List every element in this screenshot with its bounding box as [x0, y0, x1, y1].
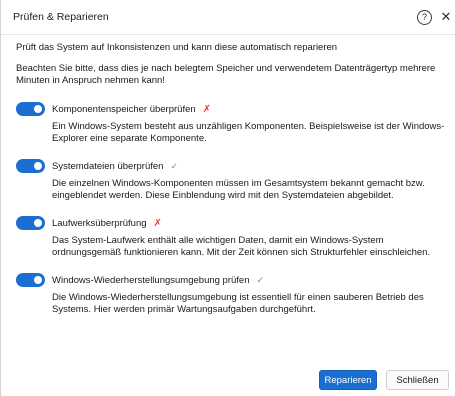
dialog-content: Prüft das System auf Inkonsistenzen und …: [16, 42, 448, 329]
option-label: Systemdateien überprüfen: [52, 160, 164, 172]
title-bar: Prüfen & Reparieren ? ✕: [1, 0, 455, 35]
option-description: Ein Windows-System besteht aus unzählige…: [52, 121, 445, 144]
option-label: Laufwerksüberprüfung: [52, 217, 147, 229]
drive-check-toggle[interactable]: [16, 216, 45, 230]
option-label: Windows-Wiederherstellungsumgebung prüfe…: [52, 274, 250, 286]
toggle-knob: [34, 219, 42, 227]
toggle-knob: [34, 276, 42, 284]
help-icon[interactable]: ?: [417, 10, 432, 25]
toggle-knob: [34, 162, 42, 170]
option-label: Komponentenspeicher überprüfen: [52, 103, 196, 115]
option-drive-check: Laufwerksüberprüfung ✗ Das System-Laufwe…: [16, 215, 448, 259]
recovery-environment-toggle[interactable]: [16, 273, 45, 287]
option-header: Laufwerksüberprüfung ✗: [16, 215, 448, 231]
success-check-icon: ✓: [256, 274, 265, 285]
option-header: Systemdateien überprüfen ✓: [16, 158, 448, 174]
system-files-toggle[interactable]: [16, 159, 45, 173]
option-description: Das System-Laufwerk enthält alle wichtig…: [52, 235, 431, 258]
option-header: Windows-Wiederherstellungsumgebung prüfe…: [16, 272, 448, 288]
option-description: Die Windows-Wiederherstellungsumgebung i…: [52, 292, 424, 315]
option-recovery-environment: Windows-Wiederherstellungsumgebung prüfe…: [16, 272, 448, 316]
fail-cross-icon: ✗: [153, 217, 162, 229]
option-system-files: Systemdateien überprüfen ✓ Die einzelnen…: [16, 158, 448, 202]
success-check-icon: ✓: [170, 160, 178, 171]
option-header: Komponentenspeicher überprüfen ✗: [16, 101, 448, 117]
option-description: Die einzelnen Windows-Komponenten müssen…: [52, 178, 425, 201]
option-component-store: Komponentenspeicher überprüfen ✗ Ein Win…: [16, 101, 448, 145]
dialog-title: Prüfen & Reparieren: [13, 11, 109, 23]
component-store-toggle[interactable]: [16, 102, 45, 116]
intro-text: Prüft das System auf Inkonsistenzen und …: [16, 42, 338, 53]
close-button[interactable]: Schließen: [386, 370, 449, 390]
duration-note: Beachten Sie bitte, dass dies je nach be…: [16, 63, 436, 86]
close-icon[interactable]: ✕: [439, 8, 453, 26]
repair-button[interactable]: Reparieren: [319, 370, 377, 390]
toggle-knob: [34, 105, 42, 113]
repair-dialog: Prüfen & Reparieren ? ✕ Prüft das System…: [0, 0, 455, 396]
fail-cross-icon: ✗: [202, 103, 212, 115]
